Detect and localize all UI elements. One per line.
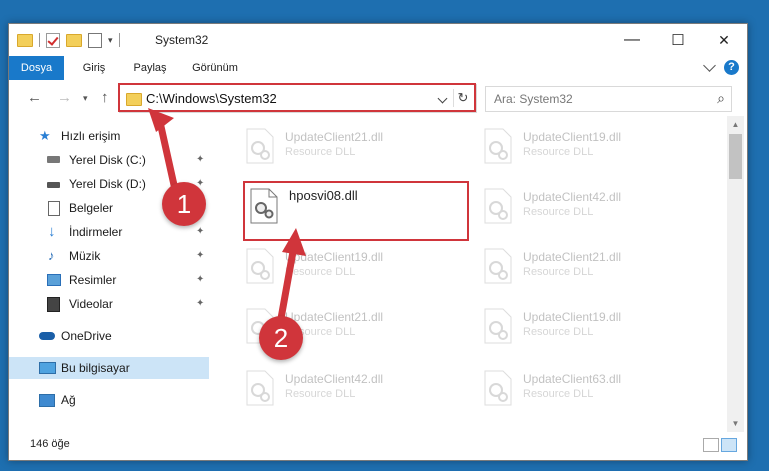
annotation-arrows: [148, 108, 306, 328]
arrowhead-icon: [282, 228, 306, 256]
step-2-badge: 2: [259, 316, 303, 360]
arrow-to-file: [276, 242, 298, 328]
step-1-badge: 1: [162, 182, 206, 226]
